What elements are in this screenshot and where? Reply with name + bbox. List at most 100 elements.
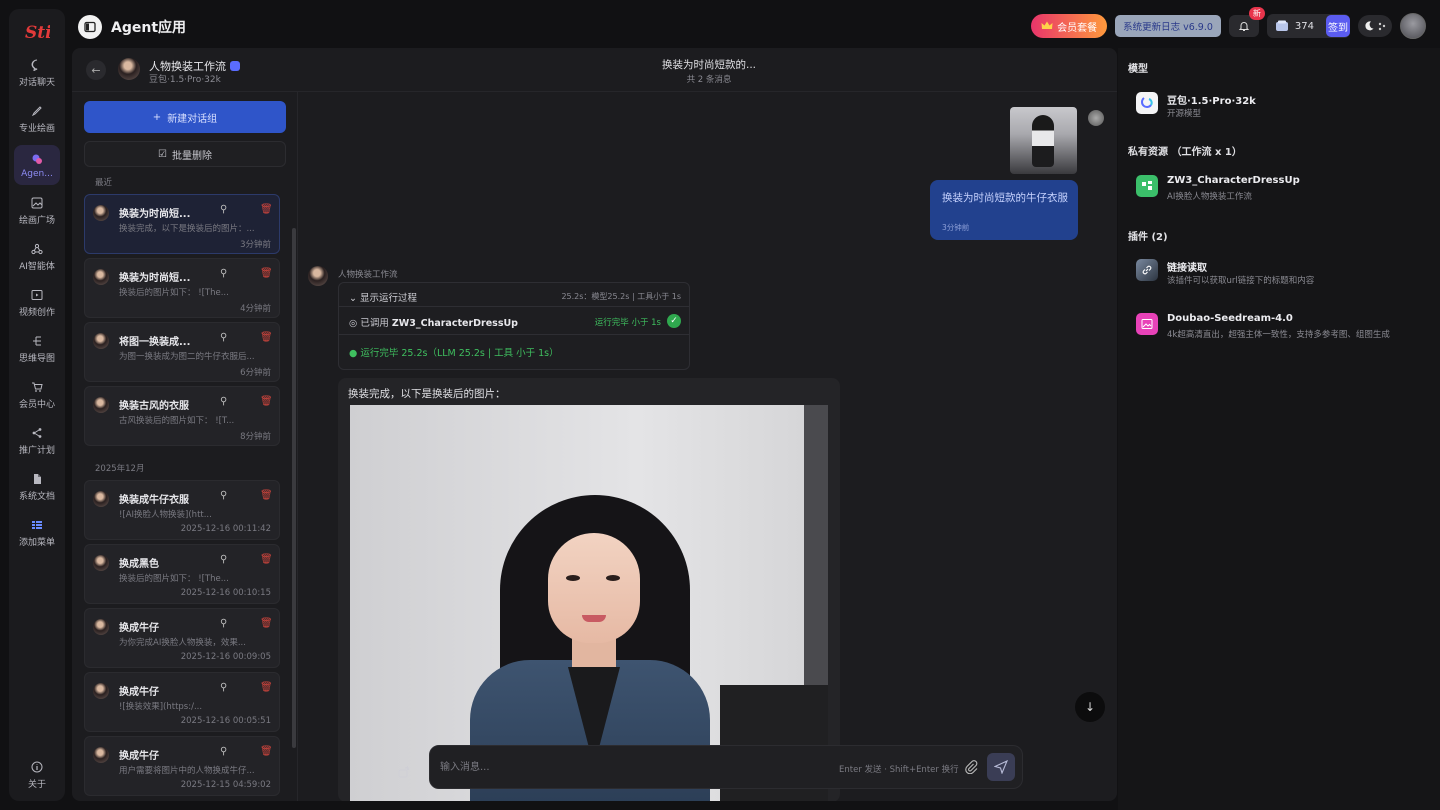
rail-item-agent[interactable]: Agen... [14,145,60,185]
rail-item-label: AI智能体 [19,262,55,272]
rail-item-ai-agent[interactable]: AI智能体 [14,237,60,277]
conversation-item[interactable]: 换成牛仔 ⚲ 🗑 ![换装效果](https:/... 2025-12-16 00:05… [84,672,280,732]
conversation-item[interactable]: 将图一换装成... ⚲ 🗑 为图一换装成为图二的牛仔衣服后... 6分钟前 [84,322,280,382]
model-item[interactable]: 豆包·1.5·Pro·32k 开源模型 [1136,86,1426,122]
bot-avatar [308,266,328,286]
rail-item-label: Agen... [21,168,53,179]
delete-icon[interactable]: 🗑 [260,204,273,215]
credits-widget[interactable]: 374 签到 [1266,14,1350,38]
conversation-title: 换装为时尚短款的... [661,59,756,71]
rail-item-label: 会员中心 [18,400,55,410]
theme-toggle[interactable] [1358,15,1392,37]
conversation-title: 换成牛仔 [119,751,159,762]
delete-icon[interactable]: 🗑 [260,618,273,629]
pin-icon[interactable]: ⚲ [220,618,227,629]
checkbox-icon: ☑ [158,148,167,160]
delete-icon[interactable]: 🗑 [260,682,273,693]
scroll-down-button[interactable]: ↓ [1075,692,1105,722]
rail-item-docs[interactable]: 系统文档 [14,467,60,507]
plugin-desc: 该插件可以获取url链接下的标题和内容 [1167,276,1315,286]
plugin-item[interactable]: Doubao-Seedream-4.0 4k超高清直出，超强主体一致性，支持多参… [1136,307,1426,343]
conversation-preview: 古风换装后的图片如下： ![T... [119,416,235,426]
conversation-title: 换成牛仔 [119,687,159,698]
rail-item-add-menu[interactable]: 添加菜单 [14,513,60,553]
rail-item-chat[interactable]: 对话聊天 [14,53,60,93]
conversation-item[interactable]: 换装古风的衣服 ⚲ 🗑 古风换装后的图片如下： ![T... 8分钟前 [84,386,280,446]
gem-icon [1275,20,1288,31]
sign-in-button[interactable]: 签到 [1326,15,1350,37]
delete-icon[interactable]: 🗑 [260,490,273,501]
rail-item-membership[interactable]: 会员中心 [14,375,60,415]
changelog-button[interactable]: 系统更新日志 v6.9.0 [1115,15,1221,37]
delete-icon[interactable]: 🗑 [260,332,273,343]
conversation-avatar [93,619,109,635]
delete-icon[interactable]: 🗑 [260,746,273,757]
sidebar-scrollbar[interactable] [292,228,296,748]
conversation-time: 2025-12-15 04:59:02 [180,780,271,790]
rail-item-painting[interactable]: 专业绘画 [14,99,60,139]
new-conversation-button[interactable]: + 新建对话组 [84,101,286,133]
conversation-item[interactable]: 换装成牛仔衣服 ⚲ 🗑 ![AI换脸人物换装](htt... 2025-12-16 00… [84,480,280,540]
pin-icon[interactable]: ⚲ [220,268,227,279]
conversation-avatar [93,333,109,349]
rail-item-about[interactable]: 关于 [14,755,60,795]
clear-context-button[interactable] [396,764,412,780]
dots-icon [1378,22,1386,31]
rail-item-promotion[interactable]: 推广计划 [14,421,60,461]
rail-item-label: 思维导图 [18,354,55,364]
sidebar-toggle-button[interactable] [78,15,102,39]
user-avatar[interactable] [1400,13,1426,39]
menu-icon [30,518,44,532]
pin-icon[interactable]: ⚲ [220,204,227,215]
plugin-item[interactable]: 链接读取 该插件可以获取url链接下的标题和内容 [1136,253,1426,289]
rail-item-label: 专业绘画 [18,124,55,134]
message-input[interactable] [440,758,820,776]
rail-item-label: 添加菜单 [18,538,55,548]
rail-item-label: 对话聊天 [18,78,55,88]
delete-icon[interactable]: 🗑 [260,554,273,565]
model-heading: 模型 [1128,64,1148,75]
plus-icon: + [152,111,162,123]
conversation-item[interactable]: 换成牛仔 ⚲ 🗑 用户需要将图片中的人物换成牛仔... 2025-12-15 04:59… [84,736,280,796]
process-toggle[interactable]: ⌄ 显示运行过程 [349,290,417,304]
delete-icon[interactable]: 🗑 [260,268,273,279]
conversation-item[interactable]: 换成牛仔 ⚲ 🗑 为你完成AI换脸人物换装，效果... 2025-12-16 00:09… [84,608,280,668]
doubao-model-icon [1136,92,1158,114]
rail-item-mindmap[interactable]: 思维导图 [14,329,60,369]
delete-icon[interactable]: 🗑 [260,396,273,407]
app-logo[interactable]: Sti [22,17,52,47]
conversation-item[interactable]: 换成黑色 ⚲ 🗑 换装后的图片如下： ![The... 2025-12-16 00:10… [84,544,280,604]
pin-icon[interactable]: ⚲ [220,746,227,757]
send-button[interactable] [987,753,1015,781]
conversation-time: 2025-12-16 00:10:15 [180,588,271,598]
pin-icon[interactable]: ⚲ [220,554,227,565]
conversation-avatar [93,397,109,413]
conversation-time: 3分钟前 [240,240,271,250]
result-image[interactable] [350,405,828,801]
conversation-avatar [93,747,109,763]
agent-info-panel: 模型 豆包·1.5·Pro·32k 开源模型 私有资源 （工作流 x 1） ZW… [1118,48,1440,810]
crown-icon [1041,21,1053,29]
conversation-time: 8分钟前 [240,432,271,442]
bot-message-bubble: 换装完成，以下是换装后的图片： [338,378,840,801]
workflow-item[interactable]: ZW3_CharacterDressUp AI换脸人物换装工作流 [1136,169,1426,205]
pin-icon[interactable]: ⚲ [220,332,227,343]
batch-delete-button[interactable]: ☑ 批量删除 [84,141,286,167]
rail-item-video[interactable]: 视频创作 [14,283,60,323]
mindmap-icon [30,334,44,348]
pin-icon[interactable]: ⚲ [220,490,227,501]
process-toggle-row[interactable]: ⌄ 显示运行过程 25.2s：模型25.2s | 工具小于 1s [339,283,689,307]
conversation-item[interactable]: 换装为时尚短... ⚲ 🗑 换装后的图片如下： ![The... 4分钟前 [84,258,280,318]
vip-package-button[interactable]: 会员套餐 [1031,14,1108,38]
conversation-item[interactable]: 换装为时尚短... ⚲ 🗑 换装完成，以下是换装后的图片：... 3分钟前 [84,194,280,254]
rail-item-gallery[interactable]: 绘画广场 [14,191,60,231]
moon-icon [1365,21,1374,31]
workflow-desc: AI换脸人物换装工作流 [1167,192,1252,202]
model-desc: 开源模型 [1167,109,1202,119]
pin-icon[interactable]: ⚲ [220,396,227,407]
user-uploaded-image[interactable] [1010,107,1077,174]
notification-button[interactable]: 新 [1228,7,1265,37]
pin-icon[interactable]: ⚲ [220,682,227,693]
attach-icon[interactable] [964,760,978,774]
conversation-preview: 为图一换装成为图二的牛仔衣服后... [119,352,254,362]
